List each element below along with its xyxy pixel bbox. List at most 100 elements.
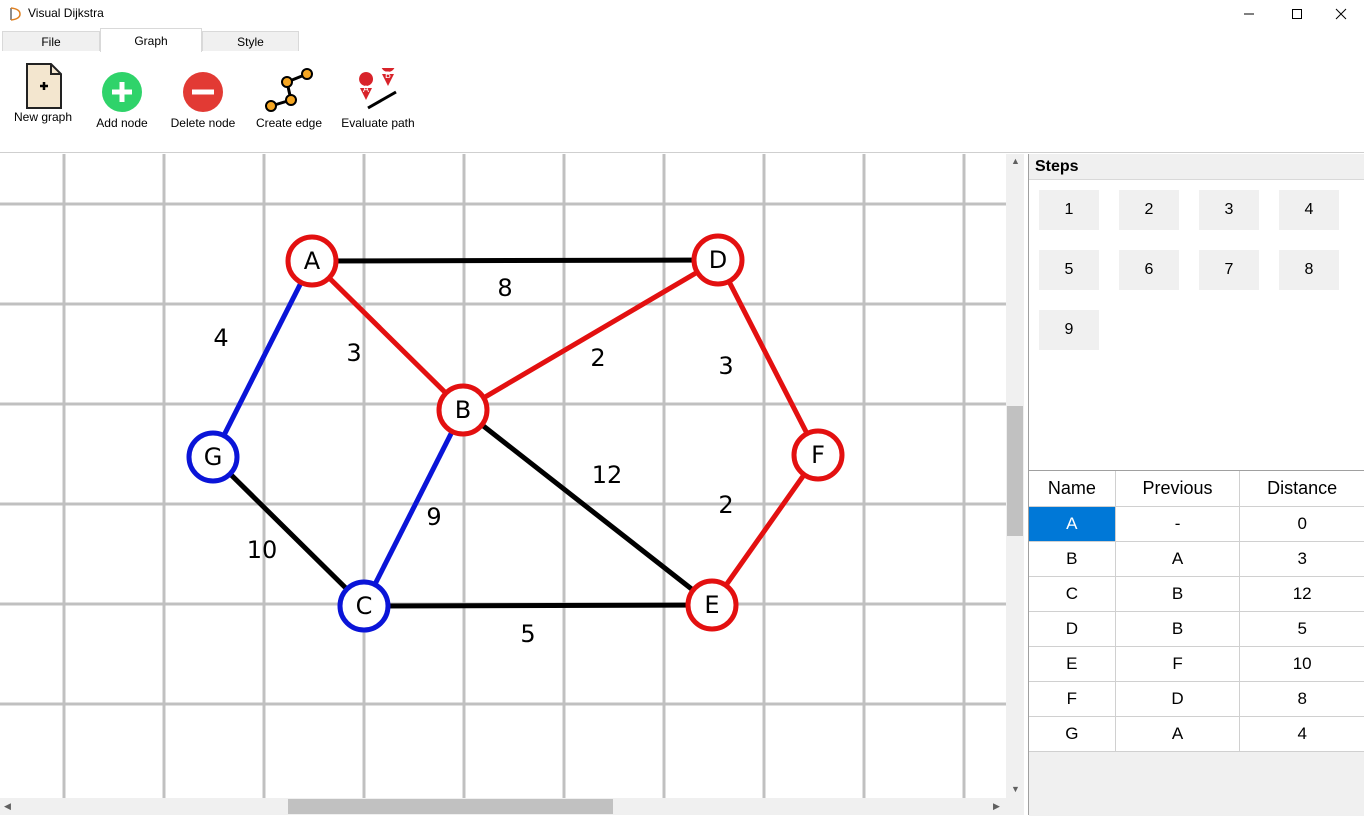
svg-text:A: A <box>363 85 370 95</box>
node-E[interactable]: E <box>685 578 739 632</box>
node-label: G <box>204 443 223 471</box>
step-button-2[interactable]: 2 <box>1119 190 1179 230</box>
delete-node-button[interactable]: Delete node <box>168 70 238 130</box>
scroll-left-icon[interactable]: ◀ <box>4 801 11 812</box>
node-C[interactable]: C <box>337 579 391 633</box>
table-row[interactable]: C B 12 <box>1029 576 1364 612</box>
node-label: E <box>704 591 719 619</box>
cell-name[interactable]: F <box>1029 681 1116 717</box>
node-G[interactable]: G <box>186 430 240 484</box>
maximize-icon <box>1292 9 1302 19</box>
scroll-down-icon[interactable]: ▼ <box>1011 784 1020 794</box>
edge-A-B[interactable] <box>310 259 465 412</box>
create-edge-button[interactable]: Create edge <box>252 66 326 130</box>
edge-icon <box>265 68 313 112</box>
table-row[interactable]: D B 5 <box>1029 611 1364 647</box>
new-graph-label: New graph <box>13 110 73 124</box>
add-node-button[interactable]: Add node <box>90 70 154 130</box>
ribbon-tabs: File Graph Style <box>0 28 1364 53</box>
edge-G-C[interactable] <box>211 455 366 608</box>
column-header-previous[interactable]: Previous <box>1115 471 1241 507</box>
cell-previous[interactable]: D <box>1115 681 1241 717</box>
step-button-9[interactable]: 9 <box>1039 310 1099 350</box>
edge-B-C[interactable] <box>361 408 466 608</box>
new-graph-button[interactable]: New graph <box>10 62 76 124</box>
table-row[interactable]: E F 10 <box>1029 646 1364 682</box>
step-button-4[interactable]: 4 <box>1279 190 1339 230</box>
step-button-7[interactable]: 7 <box>1199 250 1259 290</box>
scroll-right-icon[interactable]: ▶ <box>993 801 1000 812</box>
cell-distance[interactable]: 12 <box>1239 576 1364 612</box>
scroll-up-icon[interactable]: ▲ <box>1011 156 1020 166</box>
maximize-button[interactable] <box>1274 0 1320 28</box>
node-label: D <box>709 246 727 274</box>
horizontal-scroll-thumb[interactable] <box>288 799 613 814</box>
vertical-scroll-thumb[interactable] <box>1007 406 1023 536</box>
cell-distance[interactable]: 3 <box>1239 541 1364 577</box>
cell-distance[interactable]: 5 <box>1239 611 1364 647</box>
close-button[interactable] <box>1318 0 1364 28</box>
cell-name[interactable]: G <box>1029 716 1116 752</box>
cell-previous[interactable]: F <box>1115 646 1241 682</box>
cell-previous[interactable]: B <box>1115 611 1241 647</box>
node-D[interactable]: D <box>691 233 745 287</box>
cell-name[interactable]: B <box>1029 541 1116 577</box>
route-pin-icon: A B <box>359 68 397 110</box>
table-row[interactable]: F D 8 <box>1029 681 1364 717</box>
table-row[interactable]: B A 3 <box>1029 541 1364 577</box>
results-grid: Name Previous Distance A - 0 B A 3 C B 1… <box>1029 470 1364 816</box>
cell-distance[interactable]: 10 <box>1239 646 1364 682</box>
evaluate-path-button[interactable]: A B Evaluate path <box>340 68 416 130</box>
app-icon <box>8 6 24 22</box>
graph-svg[interactable]: 8 3 4 2 3 12 9 2 10 5 A B C D E F G <box>0 154 1006 798</box>
tab-style[interactable]: Style <box>202 31 299 51</box>
cell-previous[interactable]: - <box>1115 506 1241 542</box>
horizontal-scrollbar[interactable]: ◀ ▶ <box>0 798 1006 815</box>
step-button-5[interactable]: 5 <box>1039 250 1099 290</box>
cell-previous[interactable]: B <box>1115 576 1241 612</box>
column-header-distance[interactable]: Distance <box>1239 471 1364 507</box>
node-label: F <box>811 441 825 469</box>
table-row[interactable]: G A 4 <box>1029 716 1364 752</box>
canvas-grid <box>0 154 1006 798</box>
cell-previous[interactable]: A <box>1115 541 1241 577</box>
edge-weight-label: 10 <box>247 536 278 564</box>
title-bar: Visual Dijkstra <box>0 0 1364 28</box>
step-button-6[interactable]: 6 <box>1119 250 1179 290</box>
node-F[interactable]: F <box>791 428 845 482</box>
tab-file[interactable]: File <box>2 31 100 51</box>
cell-distance[interactable]: 8 <box>1239 681 1364 717</box>
table-row[interactable]: A - 0 <box>1029 506 1364 542</box>
edge-weight-label: 9 <box>426 503 441 531</box>
edge-C-E[interactable] <box>363 602 713 609</box>
column-header-name[interactable]: Name <box>1029 471 1116 507</box>
graph-canvas[interactable]: 8 3 4 2 3 12 9 2 10 5 A B C D E F G <box>0 154 1006 798</box>
edge-weight-label: 2 <box>590 344 605 372</box>
edge-weight-label: 3 <box>346 339 361 367</box>
cell-name[interactable]: C <box>1029 576 1116 612</box>
cell-name[interactable]: D <box>1029 611 1116 647</box>
new-file-icon <box>26 63 62 109</box>
vertical-scrollbar[interactable]: ▲ ▼ <box>1006 154 1024 798</box>
tab-graph[interactable]: Graph <box>100 28 202 53</box>
cell-distance[interactable]: 0 <box>1239 506 1364 542</box>
edge-A-D[interactable] <box>311 257 719 264</box>
cell-name[interactable]: E <box>1029 646 1116 682</box>
steps-title: Steps <box>1029 154 1364 180</box>
cell-distance[interactable]: 4 <box>1239 716 1364 752</box>
edge-B-E[interactable] <box>461 408 714 607</box>
node-label: C <box>356 592 373 620</box>
edge-weight-label: 3 <box>718 352 733 380</box>
step-button-8[interactable]: 8 <box>1279 250 1339 290</box>
cell-previous[interactable]: A <box>1115 716 1241 752</box>
minimize-button[interactable] <box>1226 0 1272 28</box>
node-A[interactable]: A <box>285 234 339 288</box>
edge-weight-label: 5 <box>520 620 535 648</box>
delete-node-label: Delete node <box>170 116 236 130</box>
evaluate-path-label: Evaluate path <box>341 116 415 130</box>
step-button-3[interactable]: 3 <box>1199 190 1259 230</box>
node-B[interactable]: B <box>436 383 490 437</box>
step-button-1[interactable]: 1 <box>1039 190 1099 230</box>
cell-name[interactable]: A <box>1029 506 1116 542</box>
edge-weight-label: 12 <box>592 461 623 489</box>
